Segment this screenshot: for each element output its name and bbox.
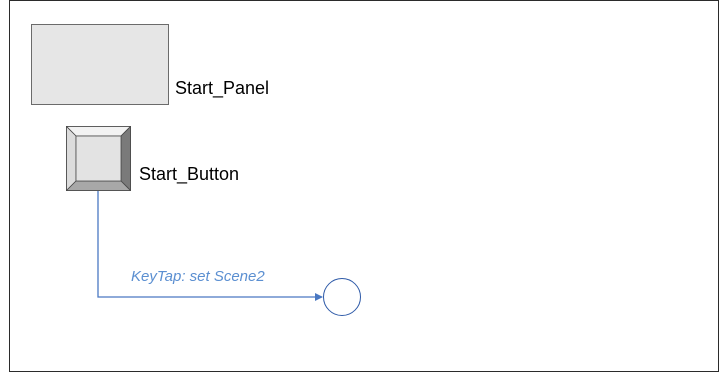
start-panel-shape — [31, 24, 169, 105]
transition-label: KeyTap: set Scene2 — [131, 268, 265, 285]
start-button-label: Start_Button — [139, 164, 240, 184]
start-button-shape — [66, 126, 131, 191]
start-panel-label: Start_Panel — [175, 78, 270, 98]
target-state-circle — [323, 278, 361, 316]
